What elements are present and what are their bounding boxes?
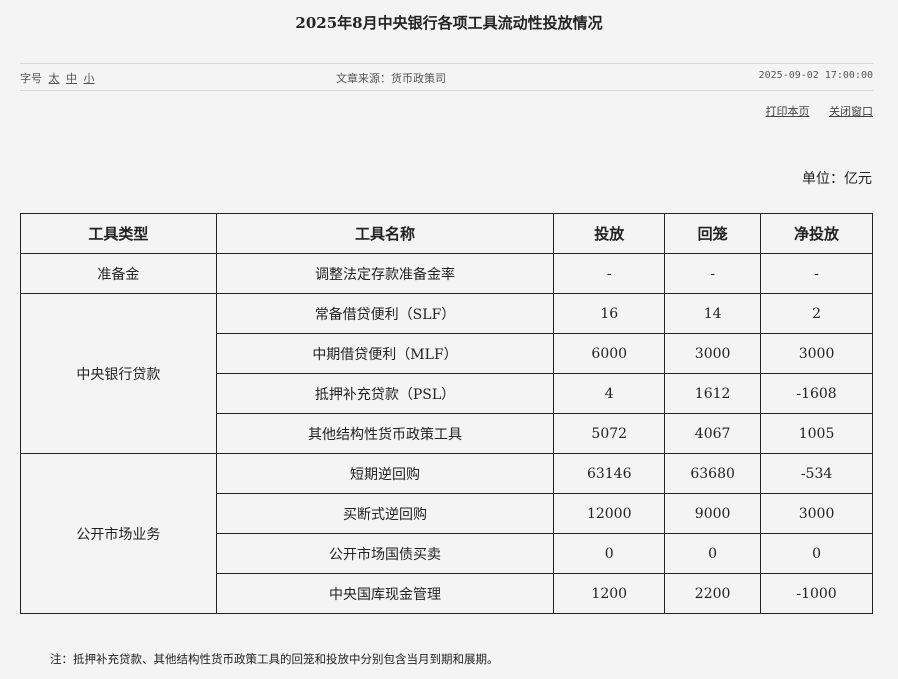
net-cell: -1000 [760,573,873,614]
net-cell: -534 [760,453,873,494]
net-cell: 0 [760,533,873,574]
net-cell: 3000 [760,333,873,374]
group-central-bank-loans: 中央银行贷款 [20,293,217,454]
net-cell: - [760,253,873,294]
page-actions: 打印本页 关闭窗口 [750,103,874,119]
net-cell: -1608 [760,373,873,414]
font-size-medium-link[interactable]: 中 [66,72,77,85]
header-release: 投放 [553,213,666,254]
release-cell: 16 [553,293,666,334]
tool-name-cell: 中期借贷便利（MLF） [215,333,555,374]
publish-datetime: 2025-09-02 17:00:00 [758,70,873,81]
net-cell: 2 [760,293,873,334]
font-size-switcher: 字号 太 中 小 [20,70,95,86]
release-cell: 12000 [553,493,666,534]
header-tool-name: 工具名称 [215,213,555,254]
tool-name-cell: 常备借贷便利（SLF） [215,293,555,334]
tool-name-cell: 公开市场国债买卖 [215,533,555,574]
withdraw-cell: 63680 [664,453,762,494]
release-cell: 63146 [553,453,666,494]
header-tool-type: 工具类型 [20,213,217,254]
font-size-label: 字号 [20,72,42,85]
close-window-link[interactable]: 关闭窗口 [829,105,873,118]
font-size-small-link[interactable]: 小 [84,72,95,85]
tool-name-cell: 调整法定存款准备金率 [215,253,555,294]
withdraw-cell: 2200 [664,573,762,614]
withdraw-cell: - [664,253,762,294]
header-withdraw: 回笼 [664,213,762,254]
withdraw-cell: 14 [664,293,762,334]
tool-name-cell: 短期逆回购 [215,453,555,494]
withdraw-cell: 4067 [664,413,762,454]
release-cell: 5072 [553,413,666,454]
tool-name-cell: 中央国库现金管理 [215,573,555,614]
article-meta-bar: 字号 太 中 小 文章来源：货币政策司 2025-09-02 17:00:00 [20,63,873,91]
tool-name-cell: 买断式逆回购 [215,493,555,534]
group-open-market-operations: 公开市场业务 [20,453,217,614]
release-cell: 0 [553,533,666,574]
net-cell: 3000 [760,493,873,534]
font-size-large-link[interactable]: 太 [49,72,60,85]
print-page-link[interactable]: 打印本页 [766,105,810,118]
table-row: 中央银行贷款 常备借贷便利（SLF） 16 14 2 [20,293,873,454]
liquidity-table: 工具类型 工具名称 投放 回笼 净投放 准备金 调整法定存款准备金率 - - -… [20,213,873,614]
release-cell: 6000 [553,333,666,374]
unit-label: 单位：亿元 [802,171,872,187]
withdraw-cell: 1612 [664,373,762,414]
tool-name-cell: 其他结构性货币政策工具 [215,413,555,454]
table-row: 准备金 调整法定存款准备金率 - - - [20,253,873,294]
release-cell: 1200 [553,573,666,614]
release-cell: - [553,253,666,294]
tool-name-cell: 抵押补充贷款（PSL） [215,373,555,414]
page-title: 2025年8月中央银行各项工具流动性投放情况 [295,14,603,32]
footnote: 注：抵押补充贷款、其他结构性货币政策工具的回笼和投放中分别包含当月到期和展期。 [50,652,499,666]
net-cell: 1005 [760,413,873,454]
table-row: 公开市场业务 短期逆回购 63146 63680 -534 [20,453,873,614]
release-cell: 4 [553,373,666,414]
withdraw-cell: 0 [664,533,762,574]
article-source: 文章来源：货币政策司 [336,72,446,85]
group-reserve: 准备金 [20,253,217,294]
table-header-row: 工具类型 工具名称 投放 回笼 净投放 [20,213,873,254]
header-net-release: 净投放 [760,213,873,254]
withdraw-cell: 3000 [664,333,762,374]
withdraw-cell: 9000 [664,493,762,534]
